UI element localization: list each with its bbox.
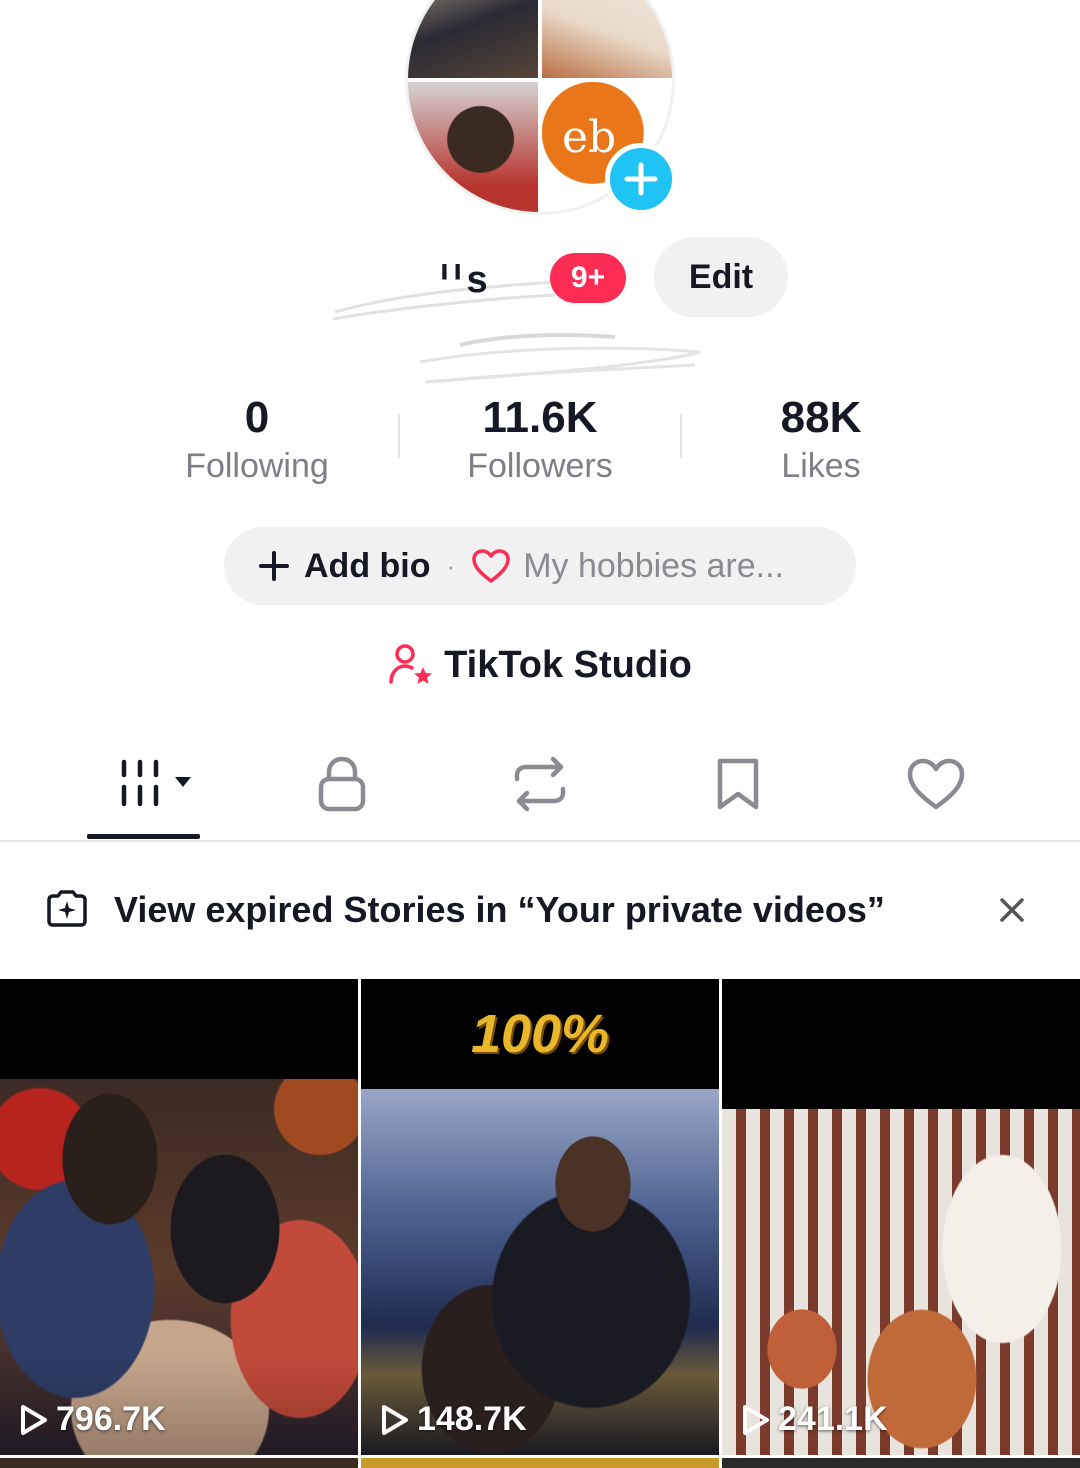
following-count: 0: [244, 393, 270, 442]
grid-icon: [121, 759, 191, 807]
heart-outline-icon: [472, 549, 510, 583]
tab-reposts[interactable]: [495, 754, 585, 814]
tiktok-studio-label: TikTok Studio: [444, 643, 692, 686]
active-tab-indicator: [87, 834, 200, 839]
play-icon: [743, 1404, 769, 1435]
view-count-text: 796.7K: [56, 1400, 166, 1438]
expired-stories-banner[interactable]: View expired Stories in “Your private vi…: [0, 862, 1080, 958]
avatar-photo-2: [540, 0, 672, 80]
avatar-divider: [408, 78, 672, 82]
followers-count: 11.6K: [482, 393, 598, 442]
followers-label: Followers: [467, 447, 613, 485]
stat-likes[interactable]: 88K Likes: [701, 392, 941, 488]
tab-favorites[interactable]: [693, 754, 783, 814]
video-thumbnail[interactable]: 100% 148.7K: [361, 979, 719, 1455]
next-row-peek: [0, 1458, 358, 1468]
heart-icon: [907, 758, 965, 810]
story-camera-icon: [47, 890, 87, 927]
repost-icon: [514, 757, 566, 811]
tab-private[interactable]: [297, 754, 387, 814]
bookmark-icon: [717, 758, 759, 810]
view-count: 241.1K: [738, 1400, 888, 1439]
likes-count: 88K: [780, 393, 862, 442]
video-thumbnail[interactable]: 796.7K: [0, 979, 358, 1455]
stat-followers[interactable]: 11.6K Followers: [420, 392, 660, 488]
add-story-button[interactable]: [605, 143, 677, 215]
view-count: 796.7K: [16, 1400, 166, 1439]
play-icon: [21, 1404, 47, 1435]
notification-badge[interactable]: 9+: [550, 253, 626, 303]
tab-videos[interactable]: [108, 754, 198, 814]
stat-divider: [680, 414, 682, 458]
show-logo-text: 100%: [470, 1004, 610, 1064]
close-icon[interactable]: [990, 888, 1034, 932]
next-row-peek: [361, 1458, 719, 1468]
expired-stories-text: View expired Stories in “Your private vi…: [114, 889, 885, 930]
tiktok-studio-link[interactable]: TikTok Studio: [0, 643, 1080, 687]
likes-label: Likes: [781, 447, 861, 485]
view-count-text: 241.1K: [778, 1400, 888, 1438]
edit-profile-button[interactable]: Edit: [654, 237, 788, 317]
profile-stats: 0 Following 11.6K Followers 88K Likes: [0, 392, 1080, 492]
video-thumbnail[interactable]: 241.1K: [722, 979, 1080, 1455]
avatar-logo-text: eb: [562, 112, 617, 163]
lock-icon: [318, 756, 366, 812]
avatar-photo-3: [408, 80, 540, 212]
creator-star-icon: [389, 644, 433, 684]
view-count: 148.7K: [377, 1400, 527, 1439]
avatar-divider: [538, 0, 542, 212]
profile-tabs: [0, 740, 1080, 842]
stat-following[interactable]: 0 Following: [137, 392, 377, 488]
play-icon: [382, 1404, 408, 1435]
plus-icon: [624, 162, 658, 196]
bio-separator: ·: [446, 550, 456, 581]
show-logo: 100%: [361, 979, 719, 1089]
tab-liked[interactable]: [891, 754, 981, 814]
profile-avatar-wrap: eb: [405, 0, 677, 215]
profile-name-row: ᑊ ᑊ s 9+ Edit: [0, 237, 1080, 384]
next-row-peek: [722, 1458, 1080, 1468]
video-grid: 796.7K 100% 148.7K 241.1K: [0, 979, 1080, 1468]
add-bio-button[interactable]: Add bio · My hobbies are...: [224, 527, 856, 605]
plus-icon: [259, 551, 289, 581]
following-label: Following: [185, 447, 329, 485]
avatar-photo-1: [408, 0, 540, 80]
view-count-text: 148.7K: [417, 1400, 527, 1438]
hobby-prompt: My hobbies are...: [523, 546, 784, 585]
stat-divider: [398, 414, 400, 458]
username: ᑊ ᑊ s: [440, 259, 488, 301]
add-bio-label: Add bio: [304, 546, 431, 585]
